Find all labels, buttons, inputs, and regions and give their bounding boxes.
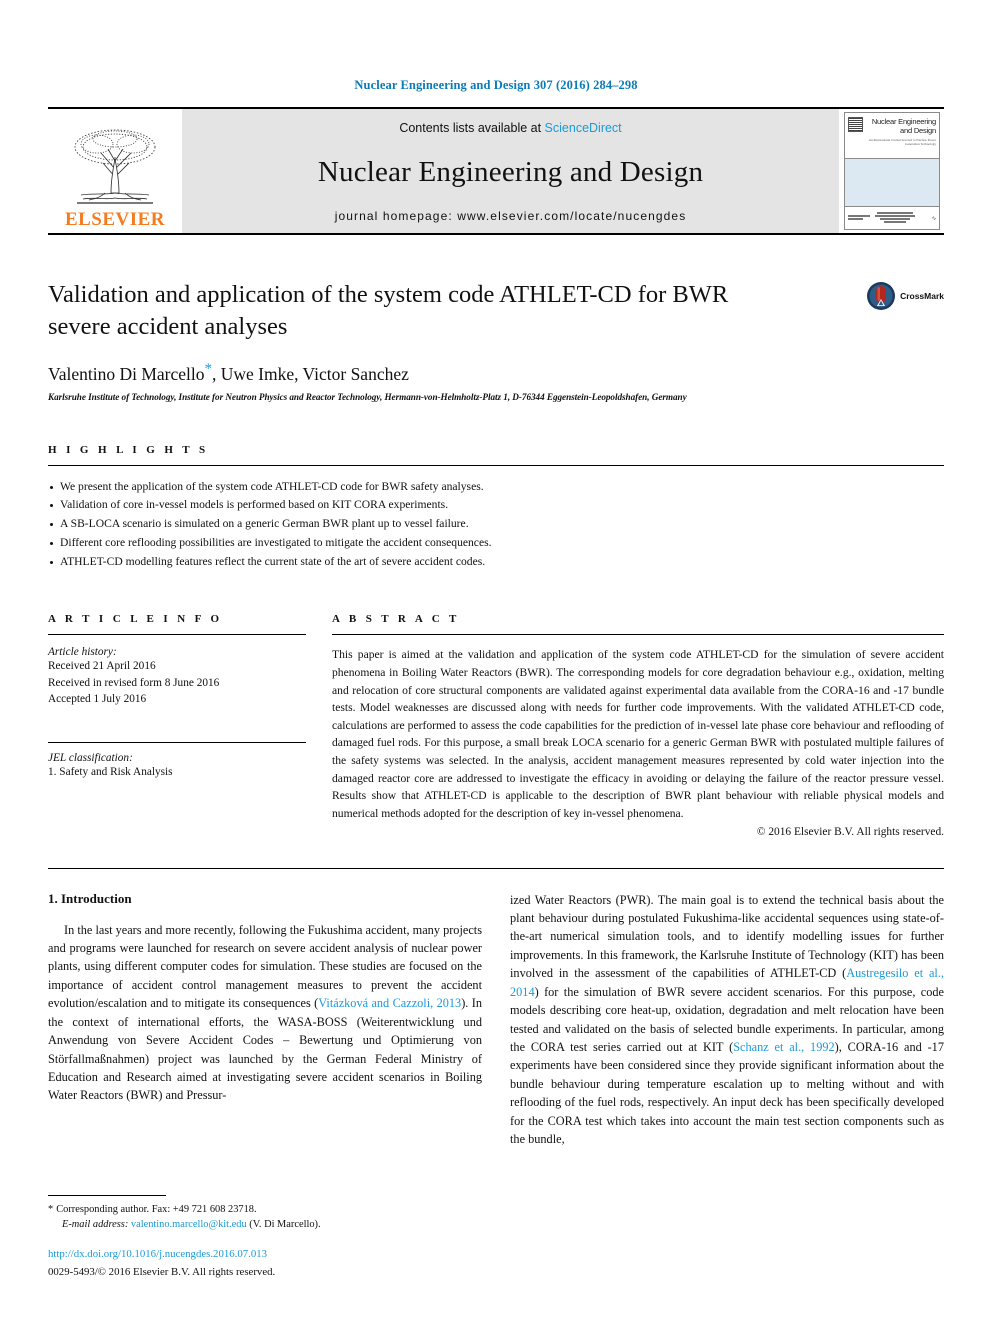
abstract-copyright: © 2016 Elsevier B.V. All rights reserved… [756,825,944,838]
cover-titles: Nuclear Engineering and Design An Intern… [866,117,937,158]
cover-badge-icon [848,117,863,132]
list-item: Different core reflooding possibilities … [48,534,944,553]
history-revised: Received in revised form 8 June 2016 [48,676,220,689]
intro-left-text-2: ). In the context of international effor… [48,996,482,1103]
footnote-star: * [48,1203,54,1215]
citation-link[interactable]: Vitázková and Cazzoli, 2013 [318,996,461,1010]
jel-label: JEL classification: [48,751,133,764]
corresponding-marker: * [204,360,212,377]
article-page: Nuclear Engineering and Design 307 (2016… [0,0,992,1323]
jel-classification: JEL classification: 1. Safety and Risk A… [48,752,306,780]
journal-title: Nuclear Engineering and Design [317,155,704,188]
email-label: E-mail address: [62,1219,129,1231]
abstract-heading: A B S T R A C T [332,613,460,626]
body-divider [48,867,944,869]
section-heading-introduction: 1. Introduction [48,890,132,906]
contents-available-line: Contents lists available at ScienceDirec… [399,121,621,135]
citation-link[interactable]: Schanz et al., 1992 [733,1040,834,1054]
cover-subtitle: An International Journal devoted to Nucl… [868,137,936,146]
history-accepted: Accepted 1 July 2016 [48,693,147,706]
author-corresponding: Valentino Di Marcello [48,363,205,384]
list-item: Validation of core in-vessel models is p… [48,496,944,515]
journal-header-center: Contents lists available at ScienceDirec… [182,109,839,233]
intro-right-text-3: ), CORA-16 and -17 experiments have been… [510,1040,944,1147]
cover-title-line2: and Design [900,126,936,136]
highlights-section: H I G H L I G H T S We present the appli… [48,444,944,572]
article-info-column: A R T I C L E I N F O Article history: R… [48,613,306,837]
doi-link[interactable]: http://dx.doi.org/10.1016/j.nucengdes.20… [48,1247,488,1263]
highlights-heading: H I G H L I G H T S [48,443,209,456]
page-title: Validation and application of the system… [48,281,729,340]
corresponding-author-text: Corresponding author. Fax: +49 721 608 2… [56,1203,257,1215]
article-history: Article history: Received 21 April 2016 … [48,646,306,707]
cover-footer-logo: ∿ [930,215,936,222]
history-received: Received 21 April 2016 [48,660,156,673]
cover-title-line1: Nuclear Engineering [871,117,936,126]
body-column-right: ized Water Reactors (PWR). The main goal… [510,891,944,1149]
crossmark-badge[interactable]: CrossMark [866,281,944,311]
email-note: E-mail address: valentino.marcello@kit.e… [48,1217,488,1233]
cover-footer: ∿ [845,207,939,229]
intro-paragraph-left: In the last years and more recently, fol… [48,921,482,1105]
article-info-heading: A R T I C L E I N F O [48,613,223,626]
elsevier-tree-icon [74,129,156,204]
jel-value: 1. Safety and Risk Analysis [48,765,173,778]
footnote-block: * Corresponding author. Fax: +49 721 608 … [48,1194,488,1282]
author-list: Valentino Di Marcello*, Uwe Imke, Victor… [48,361,944,385]
info-abstract-row: A R T I C L E I N F O Article history: R… [48,613,944,838]
journal-homepage[interactable]: journal homepage: www.elsevier.com/locat… [335,209,687,223]
footnote-divider [48,1194,166,1196]
title-block: Validation and application of the system… [48,279,944,402]
cover-image: Nuclear Engineering and Design An Intern… [844,112,940,230]
contents-prefix: Contents lists available at [399,121,545,135]
article-info-divider [48,634,306,636]
doi-block: http://dx.doi.org/10.1016/j.nucengdes.20… [48,1247,488,1281]
sciencedirect-link[interactable]: ScienceDirect [545,121,622,135]
list-item: We present the application of the system… [48,478,944,497]
elsevier-wordmark: ELSEVIER [64,209,166,230]
body-columns: 1. Introduction In the last years and mo… [48,891,944,1149]
highlights-divider [48,464,944,466]
email-link[interactable]: valentino.marcello@kit.edu [131,1219,247,1230]
highlights-list: We present the application of the system… [48,478,944,572]
running-head: Nuclear Engineering and Design 307 (2016… [354,78,638,92]
cover-footer-center [873,212,917,224]
list-item: ATHLET-CD modelling features reflect the… [48,553,944,572]
abstract-text: This paper is aimed at the validation an… [332,648,944,820]
jel-divider [48,741,306,743]
list-item: A SB-LOCA scenario is simulated on a gen… [48,515,944,534]
email-owner: (V. Di Marcello). [249,1219,321,1231]
crossmark-label: CrossMark [900,291,944,301]
abstract-column: A B S T R A C T This paper is aimed at t… [332,613,944,838]
abstract-divider [332,634,944,636]
crossmark-icon[interactable] [866,281,896,311]
affiliation: Karlsruhe Institute of Technology, Insti… [48,391,687,402]
journal-cover-thumbnail: Nuclear Engineering and Design An Intern… [839,109,944,233]
article-history-label: Article history: [48,646,117,659]
author-others: , Uwe Imke, Victor Sanchez [211,363,409,384]
corresponding-author-note: * Corresponding author. Fax: +49 721 608 … [48,1202,488,1218]
cover-footer-left [848,215,870,221]
cover-art-area [845,159,939,207]
body-column-left: 1. Introduction In the last years and mo… [48,891,482,1149]
cover-masthead: Nuclear Engineering and Design An Intern… [845,113,939,159]
elsevier-logo: ELSEVIER [48,109,182,233]
journal-header-band: ELSEVIER Contents lists available at Sci… [48,107,944,235]
intro-paragraph-right: ized Water Reactors (PWR). The main goal… [510,891,944,1149]
issn-copyright: 0029-5493/© 2016 Elsevier B.V. All right… [48,1266,276,1279]
